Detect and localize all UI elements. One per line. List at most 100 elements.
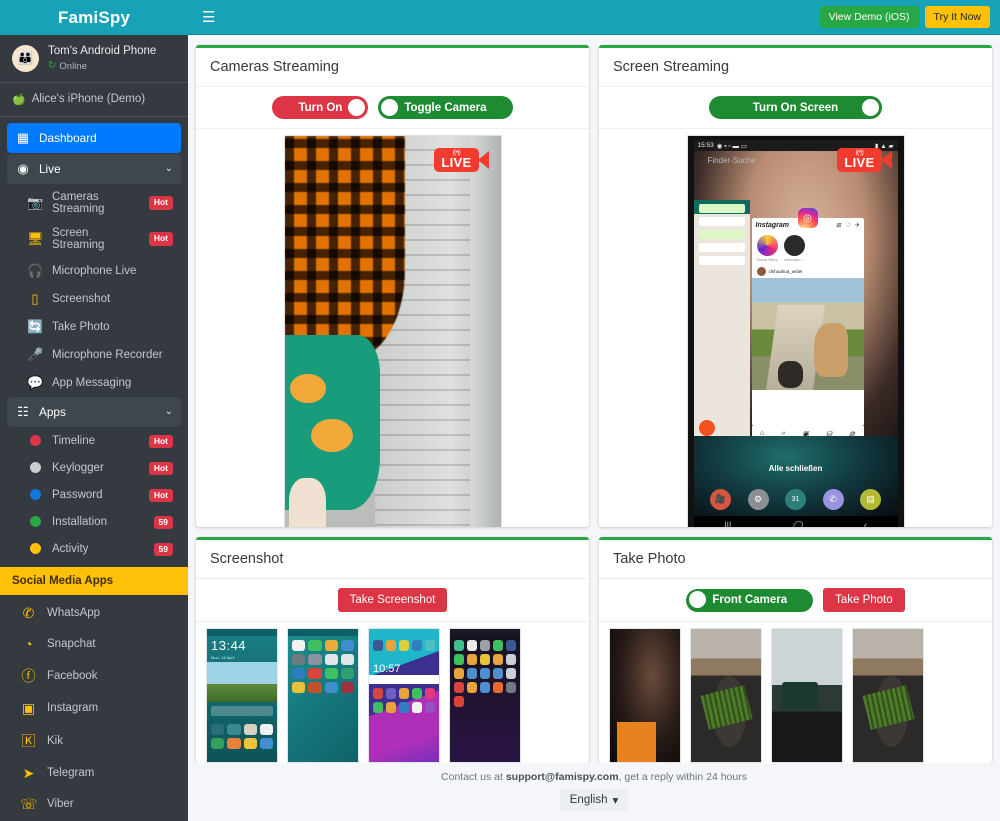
turn-on-screen-label: Turn On Screen xyxy=(752,101,839,114)
apple-icon: 🍏 xyxy=(12,93,26,106)
card-cameras-streaming: Cameras Streaming Turn On Toggle Camera xyxy=(196,45,589,527)
camera-scene xyxy=(284,136,501,527)
microphone-icon: 🎤 xyxy=(27,346,44,362)
hot-badge: Hot xyxy=(148,232,173,246)
screen-video-player[interactable]: 15:53 ◉ ▪ ▫ ▬ ▭ ▮ ▲ ▰ Finder-Suche ◎ Ins… xyxy=(686,135,905,528)
sidebar-item-activity[interactable]: Activity 59 xyxy=(7,536,181,563)
card-title: Screen Streaming xyxy=(599,48,992,87)
screenshot-thumb[interactable]: 10:57 xyxy=(368,628,440,763)
sidebar-item-timeline[interactable]: Timeline Hot xyxy=(7,428,181,455)
sidebar-item-label: Screenshot xyxy=(52,292,111,305)
sidebar-item-apps[interactable]: ☷ Apps ⌄ xyxy=(7,396,181,427)
dot-icon xyxy=(27,542,43,557)
sidebar-item-label: Live xyxy=(39,161,61,176)
brand-logo[interactable]: FamiSpy xyxy=(0,0,188,35)
live-badge: ((•)) LIVE xyxy=(434,148,489,172)
sidebar-item-facebook[interactable]: ⓕ Facebook xyxy=(0,659,188,693)
device-status-label: Online xyxy=(59,60,87,72)
view-demo-button[interactable]: View Demo (iOS) xyxy=(819,6,919,28)
thumb-status-bar xyxy=(450,629,520,636)
count-badge: 59 xyxy=(153,515,173,530)
sidebar-item-microphone-recorder[interactable]: 🎤 Microphone Recorder xyxy=(7,341,181,369)
status-time: 15:53 xyxy=(697,142,714,149)
toggle-knob xyxy=(689,591,707,608)
turn-on-toggle[interactable]: Turn On xyxy=(272,96,369,119)
sidebar-item-label: Keylogger xyxy=(52,462,104,475)
support-email[interactable]: support@famispy.com xyxy=(506,771,619,783)
live-submenu: 📷 Cameras Streaming Hot 🖥 Screen Streami… xyxy=(7,185,181,397)
photo-thumb[interactable] xyxy=(852,628,924,763)
chevron-down-icon: ⌄ xyxy=(164,406,173,418)
back-button[interactable]: ‹ xyxy=(864,520,867,527)
chat-bubble xyxy=(698,217,745,226)
language-selector[interactable]: English ▾ xyxy=(559,789,629,811)
sidebar-item-dashboard[interactable]: ▦ Dashboard xyxy=(7,122,181,153)
sidebar-item-label: Viber xyxy=(47,798,74,811)
alt-device-item[interactable]: 🍏 Alice's iPhone (Demo) xyxy=(0,83,188,117)
screen-stream-body: 15:53 ◉ ▪ ▫ ▬ ▭ ▮ ▲ ▰ Finder-Suche ◎ Ins… xyxy=(599,129,992,527)
hamburger-icon[interactable]: ☰ xyxy=(202,10,215,25)
front-camera-toggle[interactable]: Front Camera xyxy=(686,588,814,612)
dot-icon xyxy=(27,434,43,449)
sidebar-item-viber[interactable]: ☏ Viber xyxy=(0,789,188,820)
toggle-knob xyxy=(381,98,399,116)
screenshot-thumb[interactable] xyxy=(287,628,359,763)
sidebar-item-microphone-live[interactable]: 🎧 Microphone Live xyxy=(7,257,181,285)
instagram-post-header: chihuahua_writer xyxy=(752,265,864,278)
phone-screen: 15:53 ◉ ▪ ▫ ▬ ▭ ▮ ▲ ▰ Finder-Suche ◎ Ins… xyxy=(693,140,898,528)
sidebar-item-live[interactable]: ◉ Live ⌄ xyxy=(7,153,181,184)
photo-thumb[interactable] xyxy=(609,628,681,763)
cameras-controls: Turn On Toggle Camera xyxy=(196,87,589,129)
sidebar-item-whatsapp[interactable]: ✆ WhatsApp xyxy=(0,598,188,629)
sidebar-item-keylogger[interactable]: Keylogger Hot xyxy=(7,455,181,482)
sidebar-item-snapchat[interactable]: ◔ Snapchat xyxy=(0,629,188,659)
current-device[interactable]: 👪 Tom's Android Phone ↻ Online xyxy=(0,35,188,83)
language-label: English xyxy=(569,794,608,806)
screenshot-thumb[interactable]: 13:44 Mon, 14 April xyxy=(206,628,278,763)
social-media-section-header: Social Media Apps xyxy=(0,566,188,595)
live-badge: ((•)) LIVE xyxy=(837,148,892,172)
take-photo-button[interactable]: Take Photo xyxy=(823,588,905,612)
screenshot-thumb[interactable] xyxy=(449,628,521,763)
close-all-label: Alle schließen xyxy=(768,464,823,473)
chat-bubble xyxy=(698,256,745,265)
device-name: Tom's Android Phone xyxy=(48,45,157,57)
sidebar-item-cameras-streaming[interactable]: 📷 Cameras Streaming Hot xyxy=(7,185,181,221)
dog-small xyxy=(778,360,803,388)
toggle-camera-toggle[interactable]: Toggle Camera xyxy=(378,96,513,119)
story-label: chihuahu... xyxy=(784,257,804,262)
sidebar-item-kik[interactable]: 🄺 Kik xyxy=(0,724,188,758)
dog-large xyxy=(814,322,848,377)
apps-submenu: Timeline Hot Keylogger Hot Password Hot … xyxy=(7,428,181,563)
screenshot-controls: Take Screenshot xyxy=(196,579,589,622)
chat-bubble-icon: 💬 xyxy=(27,374,44,390)
sidebar-item-password[interactable]: Password Hot xyxy=(7,482,181,509)
calendar-app-icon: 31 xyxy=(785,489,806,510)
take-screenshot-button[interactable]: Take Screenshot xyxy=(337,588,448,612)
sidebar-item-app-messaging[interactable]: 💬 App Messaging xyxy=(7,369,181,397)
recents-button[interactable]: ||| xyxy=(724,520,731,527)
sidebar-item-telegram[interactable]: ➤ Telegram xyxy=(0,758,188,789)
status-icons: ◉ ▪ ▫ ▬ ▭ xyxy=(716,142,747,150)
top-navbar: ☰ View Demo (iOS) Try It Now xyxy=(188,0,1000,35)
thumb-icon-grid xyxy=(207,720,277,753)
try-it-now-button[interactable]: Try It Now xyxy=(924,6,990,28)
camcorder-lens-icon xyxy=(880,151,892,169)
live-label: LIVE xyxy=(844,155,875,170)
camera-video-player[interactable]: ((•)) LIVE xyxy=(283,135,502,527)
sidebar-item-screen-streaming[interactable]: 🖥 Screen Streaming Hot xyxy=(7,221,181,257)
photo-thumb[interactable] xyxy=(771,628,843,763)
thumb-status-bar xyxy=(288,629,358,636)
sidebar-item-screenshot[interactable]: ▯ Screenshot xyxy=(7,285,181,313)
thumb-icon-grid xyxy=(288,636,358,697)
sidebar-item-installation[interactable]: Installation 59 xyxy=(7,509,181,536)
sidebar-item-take-photo[interactable]: 🔄 Take Photo xyxy=(7,313,181,341)
alt-device-label: Alice's iPhone (Demo) xyxy=(31,93,146,106)
notes-app-icon: ▤ xyxy=(860,489,881,510)
home-button[interactable]: ◯ xyxy=(792,520,802,528)
sidebar-item-label: Cameras Streaming xyxy=(52,190,105,215)
card-screen-streaming: Screen Streaming Turn On Screen 15:53 ◉ … xyxy=(599,45,992,527)
photo-thumb[interactable] xyxy=(690,628,762,763)
sidebar-item-instagram[interactable]: ▣ Instagram xyxy=(0,693,188,724)
turn-on-screen-toggle[interactable]: Turn On Screen xyxy=(708,96,883,119)
